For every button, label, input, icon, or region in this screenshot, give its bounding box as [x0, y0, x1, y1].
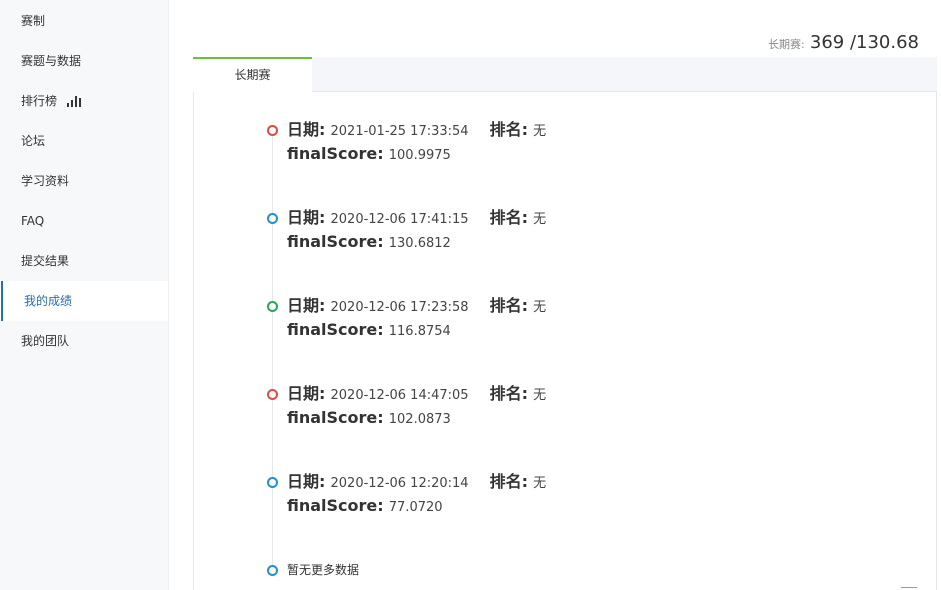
timeline-dot	[267, 477, 278, 488]
timeline-panel	[193, 92, 937, 590]
score-label: finalScore:	[287, 496, 384, 515]
score-summary-value: 369 /130.68	[809, 32, 919, 53]
score-label: finalScore:	[287, 320, 384, 339]
sidebar-item-label: 我的团队	[21, 334, 70, 348]
timeline-line	[272, 134, 273, 574]
rank-label: 排名:	[489, 472, 529, 491]
score-value: 102.0873	[388, 412, 451, 427]
sidebar-item-rules[interactable]: 赛制	[0, 1, 168, 41]
score-value: 100.9975	[388, 148, 451, 163]
rank-label: 排名:	[489, 384, 529, 403]
tab-bar: 长期赛	[193, 57, 937, 92]
score-value: 77.0720	[388, 500, 443, 515]
sidebar-item-my-score[interactable]: 我的成绩	[0, 281, 168, 321]
date-value: 2020-12-06 14:47:05	[330, 388, 469, 403]
sidebar-item-leaderboard[interactable]: 排行榜	[0, 81, 168, 121]
sidebar-item-my-team[interactable]: 我的团队	[0, 321, 168, 361]
rank-value: 无	[533, 300, 547, 315]
date-label: 日期:	[287, 296, 326, 315]
rank-label: 排名:	[489, 296, 529, 315]
date-label: 日期:	[287, 472, 326, 491]
score-label: finalScore:	[287, 232, 384, 251]
date-label: 日期:	[287, 208, 326, 227]
sidebar-item-label: 赛制	[21, 14, 46, 28]
sidebar-item-label: 论坛	[21, 134, 46, 148]
date-value: 2020-12-06 17:41:15	[330, 212, 469, 227]
sidebar-item-problem-data[interactable]: 赛题与数据	[0, 41, 168, 81]
rank-label: 排名:	[489, 208, 529, 227]
date-value: 2021-01-25 17:33:54	[330, 124, 469, 139]
bar-chart-icon	[67, 95, 82, 107]
sidebar-item-forum[interactable]: 论坛	[0, 121, 168, 161]
score-value: 130.6812	[388, 236, 451, 251]
rank-value: 无	[533, 212, 547, 227]
rank-value: 无	[533, 388, 547, 403]
rank-value: 无	[533, 476, 547, 491]
scrollbar-hint	[901, 587, 917, 588]
timeline-dot	[267, 389, 278, 400]
date-value: 2020-12-06 12:20:14	[330, 476, 469, 491]
sidebar-item-label: 排行榜	[21, 94, 58, 108]
sidebar-item-learning[interactable]: 学习资料	[0, 161, 168, 201]
score-summary-label: 长期赛:	[768, 38, 805, 51]
score-label: finalScore:	[287, 408, 384, 427]
sidebar-item-submit[interactable]: 提交结果	[0, 241, 168, 281]
timeline-dot	[267, 213, 278, 224]
sidebar-item-label: 提交结果	[21, 254, 70, 268]
sidebar-item-label: FAQ	[21, 214, 45, 228]
rank-value: 无	[533, 124, 547, 139]
date-label: 日期:	[287, 120, 326, 139]
date-label: 日期:	[287, 384, 326, 403]
score-label: finalScore:	[287, 144, 384, 163]
timeline-dot	[267, 125, 278, 136]
score-summary: 长期赛: 369 /130.68	[768, 32, 919, 53]
date-value: 2020-12-06 17:23:58	[330, 300, 469, 315]
score-value: 116.8754	[388, 324, 451, 339]
rank-label: 排名:	[489, 120, 529, 139]
sidebar-item-label: 赛题与数据	[21, 54, 82, 68]
no-more-data-text: 暂无更多数据	[287, 563, 360, 577]
timeline-dot	[267, 565, 278, 576]
sidebar-item-label: 学习资料	[21, 174, 70, 188]
tab-long-term[interactable]: 长期赛	[193, 57, 312, 92]
timeline-dot	[267, 301, 278, 312]
sidebar-item-faq[interactable]: FAQ	[0, 201, 168, 241]
sidebar-item-label: 我的成绩	[24, 294, 73, 308]
sidebar: 赛制 赛题与数据 排行榜 论坛 学习资料 FAQ 提交结果 我的成绩 我的团队	[0, 0, 169, 590]
